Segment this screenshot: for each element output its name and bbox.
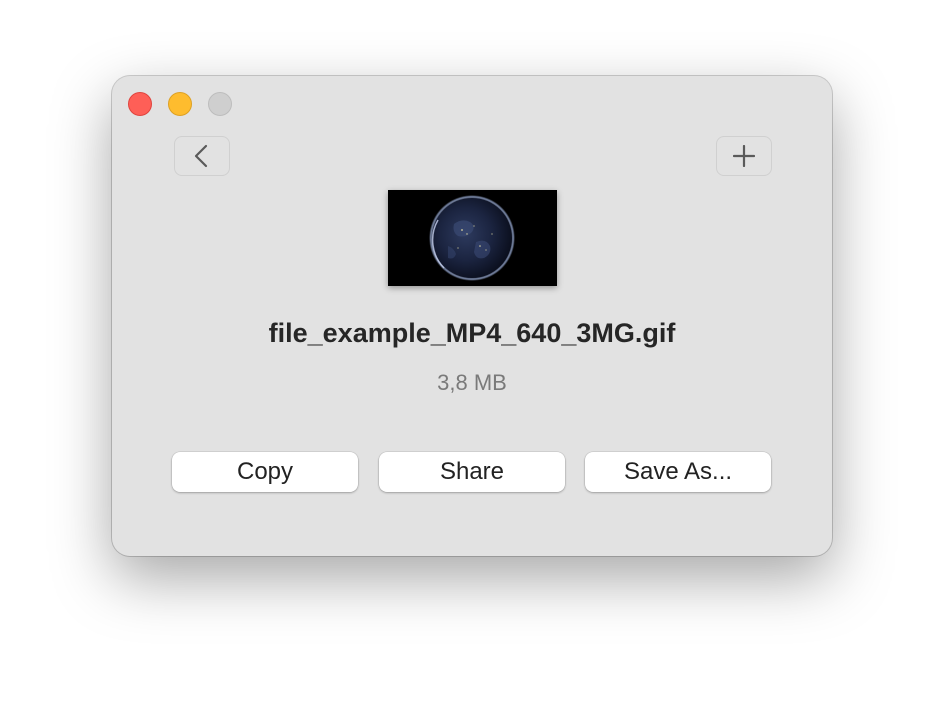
minimize-button[interactable] — [168, 92, 192, 116]
chevron-left-icon — [194, 144, 208, 168]
earth-thumbnail — [388, 190, 557, 286]
zoom-button[interactable] — [208, 92, 232, 116]
back-button[interactable] — [174, 136, 230, 176]
copy-button[interactable]: Copy — [172, 452, 358, 492]
file-thumbnail — [388, 190, 557, 286]
share-button[interactable]: Share — [379, 452, 565, 492]
file-size: 3,8 MB — [437, 370, 507, 395]
save-as-button[interactable]: Save As... — [585, 452, 771, 492]
share-window: file_example_MP4_640_3MG.gif 3,8 MB Copy… — [112, 76, 832, 556]
close-button[interactable] — [128, 92, 152, 116]
plus-icon — [733, 145, 755, 167]
file-name: file_example_MP4_640_3MG.gif — [268, 318, 676, 348]
add-button[interactable] — [716, 136, 772, 176]
